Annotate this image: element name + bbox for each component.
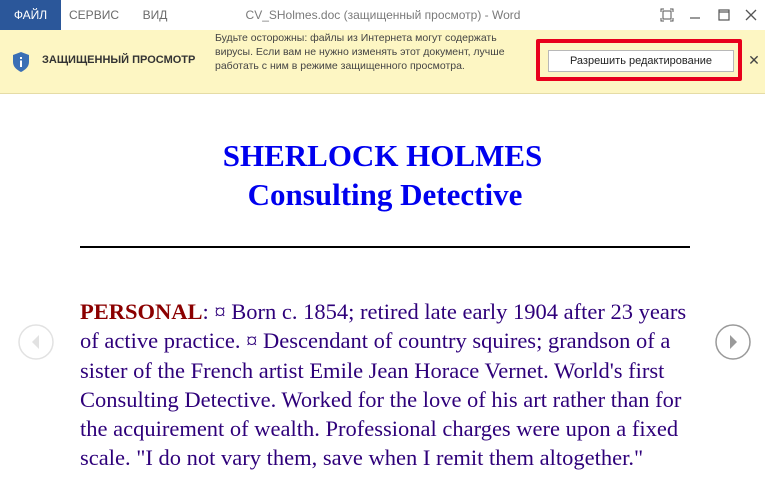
minimize-icon-graphic [690, 17, 700, 19]
maximize-icon-graphic [718, 9, 730, 21]
close-icon-graphic [745, 9, 757, 21]
title-bar: ФАЙЛ СЕРВИС ВИД CV_SHolmes.doc (защищенн… [0, 0, 765, 31]
document-heading-name: SHERLOCK HOLMES [222, 138, 543, 173]
horizontal-rule [80, 246, 690, 248]
tab-file[interactable]: ФАЙЛ [0, 0, 61, 30]
maximize-icon[interactable] [714, 5, 734, 25]
document-heading-subtitle: Consulting Detective [247, 177, 523, 212]
personal-label: PERSONAL [80, 299, 203, 324]
minimize-icon[interactable] [685, 5, 705, 25]
protected-view-message: Будьте осторожны: файлы из Интернета мог… [215, 32, 505, 72]
protected-view-title: ЗАЩИЩЕННЫЙ ПРОСМОТР [42, 54, 196, 66]
fullscreen-icon[interactable] [657, 5, 677, 25]
shield-icon [10, 51, 32, 72]
fullscreen-icon-graphic [660, 8, 674, 22]
close-protected-bar-icon[interactable]: ✕ [746, 52, 762, 68]
next-page-icon[interactable] [715, 324, 751, 360]
previous-page-icon[interactable] [18, 324, 54, 360]
close-icon[interactable] [741, 5, 761, 25]
enable-editing-button[interactable]: Разрешить редактирование [548, 50, 734, 72]
personal-paragraph: PERSONAL: ¤ Born c. 1854; retired late e… [80, 297, 710, 473]
tab-view[interactable]: ВИД [131, 0, 179, 30]
window-title: CV_SHolmes.doc (защищенный просмотр) - W… [245, 8, 521, 22]
personal-text: : ¤ Born c. 1854; retired late early 190… [80, 299, 687, 471]
tab-service[interactable]: СЕРВИС [61, 0, 127, 30]
